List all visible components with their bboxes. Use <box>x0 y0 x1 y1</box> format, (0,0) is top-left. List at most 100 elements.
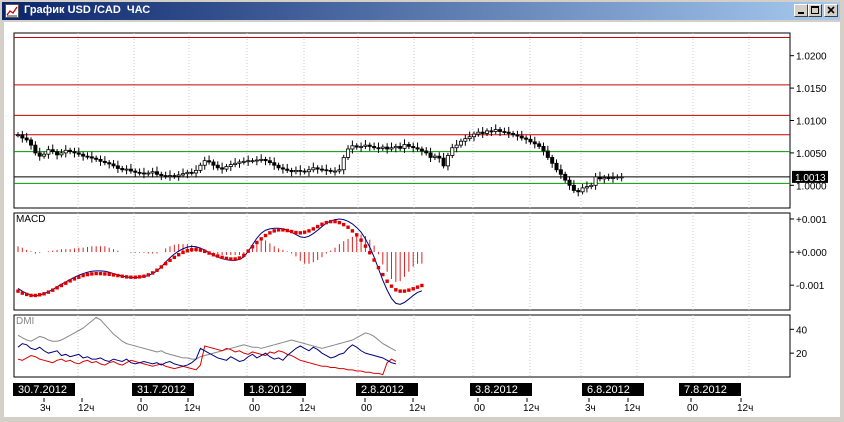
candle-body <box>137 171 142 174</box>
candle-body <box>185 171 190 175</box>
price-tick-label: 1.0050 <box>796 149 827 160</box>
current-price-label: 1.0013 <box>795 173 826 184</box>
candle-body <box>333 170 338 173</box>
candle-body <box>176 174 181 177</box>
candle-body <box>337 169 342 172</box>
macd-signal-point <box>133 275 137 279</box>
macd-signal-point <box>276 228 281 232</box>
macd-signal-point <box>107 272 111 276</box>
hour-label: 12ч <box>409 403 425 414</box>
candle-body <box>398 146 403 149</box>
macd-signal-point <box>90 272 94 276</box>
candle-body <box>450 147 455 156</box>
candle-body <box>46 149 51 155</box>
macd-signal-point <box>198 248 203 252</box>
macd-signal-point <box>229 257 233 261</box>
candle-body <box>550 157 555 164</box>
candle-body <box>267 160 272 164</box>
maximize-button[interactable] <box>808 4 822 17</box>
macd-signal-point <box>116 273 120 278</box>
macd-signal-point <box>94 271 98 276</box>
candle-body <box>59 152 64 156</box>
macd-pane <box>13 212 791 311</box>
candle-body <box>124 168 129 171</box>
title-bar[interactable]: График USD /CAD ЧАС <box>2 2 840 20</box>
macd-signal-point <box>272 229 276 233</box>
macd-signal-point <box>385 279 389 283</box>
hour-label: 00 <box>687 403 699 414</box>
macd-signal-point <box>398 289 402 293</box>
macd-signal-point <box>289 229 294 234</box>
candle-body <box>85 155 90 158</box>
hour-label: 00 <box>249 403 261 414</box>
macd-signal-point <box>420 283 424 288</box>
candle-body <box>207 160 212 163</box>
macd-signal-point <box>51 288 55 292</box>
candle-body <box>615 176 620 179</box>
macd-signal-point <box>168 258 172 263</box>
price-tick-label: 1.0100 <box>796 117 827 128</box>
candle-body <box>272 162 277 166</box>
candle-body <box>415 147 420 150</box>
macd-signal-point <box>242 253 246 258</box>
candle-body <box>537 143 542 147</box>
candle-body <box>606 177 611 179</box>
hour-label: 3ч <box>585 403 596 414</box>
candle-body <box>458 140 463 146</box>
close-button[interactable] <box>824 4 838 17</box>
candle-body <box>346 148 351 158</box>
macd-signal-point <box>285 228 289 233</box>
candle-body <box>98 158 103 162</box>
candle-body <box>55 151 60 156</box>
candle-body <box>198 164 203 171</box>
candle-body <box>167 175 172 177</box>
macd-signal-point <box>394 288 398 292</box>
candle-body <box>81 153 86 157</box>
hour-label: 12ч <box>523 403 539 414</box>
candle-body <box>146 172 151 175</box>
chart-canvas[interactable]: 1.00001.00501.01001.01501.02001.0013MACD… <box>4 22 840 417</box>
candle-body <box>519 135 524 139</box>
chart-area[interactable]: 1.0000 1.0050 1.0100 1.0150 1.0200 1.0013 MACD… <box>4 22 840 417</box>
macd-signal-point <box>172 255 177 260</box>
candle-body <box>63 149 68 154</box>
candle-body <box>363 144 368 147</box>
macd-signal-point <box>72 277 77 281</box>
candle-body <box>515 134 520 137</box>
candle-body <box>159 173 164 176</box>
price-tick-label: 1.0200 <box>796 52 827 63</box>
macd-tick-label: -0.001 <box>796 281 825 292</box>
hour-label: 12ч <box>184 403 200 414</box>
macd-signal-point <box>24 292 29 297</box>
candle-body <box>72 151 77 154</box>
candle-body <box>506 131 511 134</box>
macd-label: MACD <box>16 214 45 225</box>
candle-body <box>237 161 242 164</box>
macd-signal-point <box>163 261 168 266</box>
macd-signal-point <box>81 273 85 278</box>
candle-body <box>367 144 372 147</box>
macd-signal-point <box>16 289 20 293</box>
candle-body <box>289 170 294 173</box>
macd-signal-point <box>263 233 268 238</box>
candle-body <box>250 160 255 163</box>
candle-body <box>437 155 442 159</box>
candle-body <box>241 160 246 163</box>
macd-signal-point <box>233 257 237 261</box>
minimize-button[interactable] <box>794 4 808 17</box>
candle-body <box>120 168 125 171</box>
candle-body <box>194 170 199 174</box>
candle-body <box>359 146 364 148</box>
date-label: 7.8.2012 <box>684 384 727 396</box>
candle-body <box>189 171 194 174</box>
candle-body <box>584 186 589 189</box>
date-label: 31.7.2012 <box>137 384 186 396</box>
macd-signal-point <box>46 290 51 294</box>
macd-signal-point <box>216 254 220 258</box>
macd-signal-point <box>250 245 255 249</box>
hour-label: 00 <box>361 403 373 414</box>
candle-body <box>215 164 220 169</box>
candle-body <box>593 176 598 186</box>
candle-body <box>224 166 229 170</box>
macd-signal-point <box>320 222 324 226</box>
